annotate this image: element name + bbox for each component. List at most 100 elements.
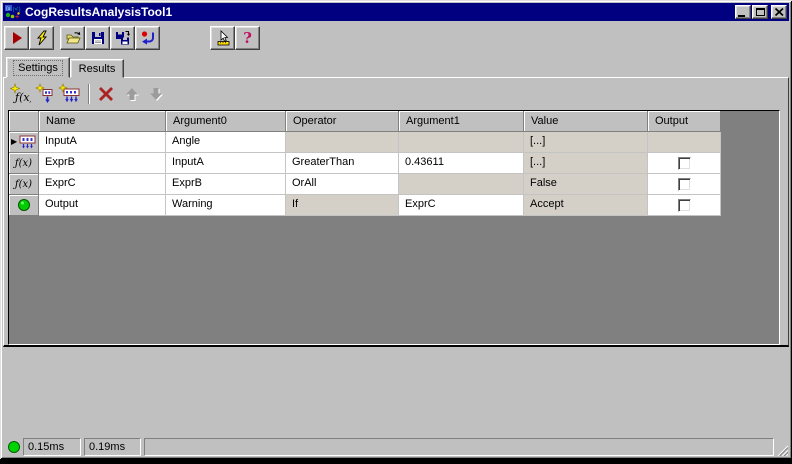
reset-icon bbox=[141, 31, 154, 45]
close-icon bbox=[774, 8, 784, 16]
row-selector[interactable] bbox=[9, 195, 39, 216]
svg-text:(u: (u bbox=[6, 6, 11, 12]
save-as-button[interactable] bbox=[110, 26, 135, 50]
run-once-button[interactable] bbox=[29, 26, 54, 50]
value-ellipsis-cell[interactable]: [...] bbox=[524, 153, 648, 174]
grid-cell[interactable]: ExprB bbox=[166, 174, 286, 195]
grid-cell[interactable]: Warning bbox=[166, 195, 286, 216]
delete-button[interactable] bbox=[94, 82, 118, 106]
help-icon: ? bbox=[243, 28, 252, 47]
column-header-selector bbox=[9, 111, 39, 132]
move-up-button[interactable] bbox=[120, 82, 144, 106]
pointer-tool-button[interactable] bbox=[210, 26, 235, 50]
svg-text:(<): (<) bbox=[13, 6, 21, 13]
app-icon[interactable]: (u (<) + bbox=[5, 4, 21, 21]
settings-tab-page: ƒ(x) bbox=[3, 77, 789, 347]
caption-buttons bbox=[734, 5, 787, 19]
input-terminal-icon bbox=[19, 135, 35, 148]
open-folder-icon bbox=[65, 31, 81, 44]
grid-cell[interactable]: GreaterThan bbox=[286, 153, 399, 174]
output-checkbox[interactable] bbox=[677, 156, 691, 170]
tab-results[interactable]: Results bbox=[70, 59, 124, 78]
status-message bbox=[144, 438, 774, 456]
grid-cell bbox=[399, 132, 524, 153]
tab-settings[interactable]: Settings bbox=[6, 57, 70, 78]
tab-results-label: Results bbox=[78, 62, 116, 75]
add-inputs-icon bbox=[58, 83, 80, 103]
maximize-button[interactable] bbox=[752, 5, 768, 19]
move-down-button[interactable] bbox=[144, 82, 168, 106]
grid-cell[interactable]: ExprB bbox=[39, 153, 166, 174]
save-as-icon bbox=[115, 31, 130, 45]
output-checkbox[interactable] bbox=[677, 177, 691, 191]
value-ellipsis-cell[interactable]: [...] bbox=[524, 132, 648, 153]
grid-cell bbox=[648, 174, 721, 195]
add-input-button[interactable] bbox=[34, 82, 58, 106]
svg-text:ƒ(x): ƒ(x) bbox=[12, 91, 31, 104]
grid-cell[interactable]: ExprC bbox=[399, 195, 524, 216]
grid-cell[interactable]: Accept bbox=[524, 195, 648, 216]
status-time-1: 0.15ms bbox=[23, 438, 81, 456]
grid-cell[interactable]: InputA bbox=[166, 153, 286, 174]
grid-table: Name Argument0 Operator Argument1 Value … bbox=[9, 111, 721, 216]
output-checkbox[interactable] bbox=[677, 198, 691, 212]
row-selector[interactable]: ƒ(x) bbox=[9, 153, 39, 174]
grid-cell[interactable]: 0.43611 bbox=[399, 153, 524, 174]
lightning-icon bbox=[36, 30, 47, 46]
window-title: CogResultsAnalysisTool1 bbox=[25, 5, 173, 19]
minimize-button[interactable] bbox=[735, 5, 751, 19]
open-button[interactable] bbox=[60, 26, 85, 50]
column-header-argument1: Argument1 bbox=[399, 111, 524, 132]
grid-cell[interactable]: False bbox=[524, 174, 648, 195]
help-button[interactable]: ? bbox=[235, 26, 260, 50]
main-toolbar: ? bbox=[2, 24, 790, 53]
expressions-grid: Name Argument0 Operator Argument1 Value … bbox=[8, 110, 780, 345]
grid-cell bbox=[648, 132, 721, 153]
titlebar: (u (<) + CogResultsAnalysisTool1 bbox=[3, 3, 789, 21]
grid-cell[interactable]: Angle bbox=[166, 132, 286, 153]
column-header-name: Name bbox=[39, 111, 166, 132]
status-bar: 0.15ms 0.19ms bbox=[3, 437, 789, 457]
status-time-2: 0.19ms bbox=[84, 438, 141, 456]
grid-cell[interactable]: ExprC bbox=[39, 174, 166, 195]
grid-cell[interactable]: OrAll bbox=[286, 174, 399, 195]
resize-grip[interactable] bbox=[775, 443, 788, 456]
output-led-icon bbox=[17, 199, 30, 211]
run-button[interactable] bbox=[4, 26, 29, 50]
column-header-output: Output bbox=[648, 111, 721, 132]
save-button[interactable] bbox=[85, 26, 110, 50]
row-selector[interactable]: ƒ(x) bbox=[9, 174, 39, 195]
minimize-icon bbox=[738, 14, 745, 17]
grid-cell[interactable]: Output bbox=[39, 195, 166, 216]
close-button[interactable] bbox=[771, 5, 787, 19]
add-input-icon bbox=[35, 83, 53, 103]
column-header-value: Value bbox=[524, 111, 648, 132]
maximize-icon bbox=[755, 8, 765, 16]
toolbar-separator bbox=[88, 84, 90, 104]
column-header-argument0: Argument0 bbox=[166, 111, 286, 132]
delete-icon bbox=[99, 87, 113, 101]
reset-button[interactable] bbox=[135, 26, 160, 50]
grid-cell bbox=[399, 174, 524, 195]
tab-settings-label: Settings bbox=[13, 59, 63, 76]
add-expression-icon: ƒ(x) bbox=[9, 83, 31, 104]
move-down-icon bbox=[150, 88, 163, 101]
grid-cell bbox=[648, 153, 721, 174]
grid-cell bbox=[648, 195, 721, 216]
run-icon bbox=[12, 32, 22, 44]
function-icon: ƒ(x) bbox=[14, 157, 33, 169]
save-icon bbox=[91, 32, 104, 44]
status-led-icon bbox=[8, 441, 20, 453]
grid-cell: If bbox=[286, 195, 399, 216]
grid-cell[interactable]: InputA bbox=[39, 132, 166, 153]
tool-window: (u (<) + CogResultsAnalysisTool1 ? Setti… bbox=[0, 0, 792, 459]
pointer-ruler-icon bbox=[217, 30, 229, 46]
add-inputs-button[interactable] bbox=[58, 82, 82, 106]
move-up-icon bbox=[126, 88, 139, 101]
current-row-marker: ▶ bbox=[11, 137, 18, 146]
add-expression-button[interactable]: ƒ(x) bbox=[8, 82, 32, 106]
grid-cell bbox=[286, 132, 399, 153]
function-icon: ƒ(x) bbox=[14, 178, 33, 190]
column-header-operator: Operator bbox=[286, 111, 399, 132]
row-selector[interactable]: ▶ bbox=[9, 132, 39, 153]
